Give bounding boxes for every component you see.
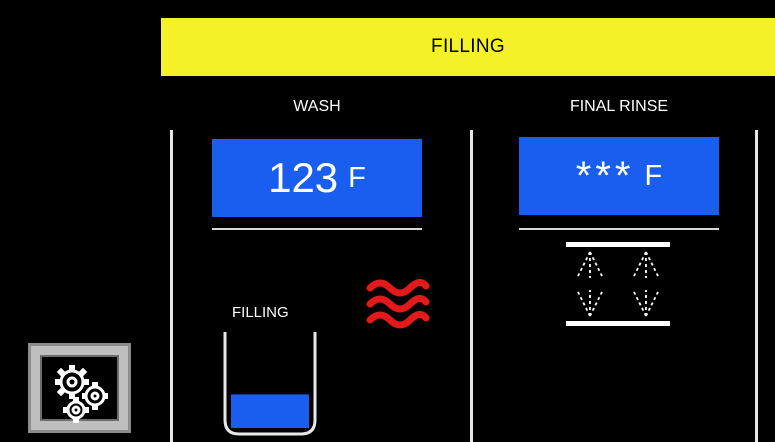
wash-tank-icon: [223, 332, 317, 436]
wash-title: WASH: [293, 98, 341, 115]
status-bar: FILLING: [161, 18, 775, 76]
settings-button-face[interactable]: [40, 355, 119, 423]
final-rinse-temperature-display: *** F: [519, 137, 719, 215]
divider-middle: [470, 130, 473, 442]
tank-status-label: FILLING: [232, 304, 289, 321]
spray-arms-icon: [566, 242, 670, 326]
status-text: FILLING: [431, 36, 505, 57]
final-rinse-separator: [519, 228, 719, 230]
divider-right: [755, 130, 758, 442]
divider-left: [170, 130, 173, 442]
wash-separator: [212, 228, 422, 230]
tank-water-level: [231, 394, 309, 428]
final-rinse-temperature-unit: F: [644, 159, 663, 192]
wash-temperature-unit: F: [348, 161, 366, 194]
final-rinse-temperature-value: ***: [575, 153, 635, 198]
heat-waves-icon: [366, 279, 430, 329]
gears-icon: [55, 365, 108, 423]
final-rinse-title: FINAL RINSE: [569, 98, 669, 115]
wash-temperature-value: 123: [268, 154, 339, 201]
settings-button[interactable]: [28, 343, 131, 433]
wash-temperature-display: 123 F: [212, 139, 422, 217]
